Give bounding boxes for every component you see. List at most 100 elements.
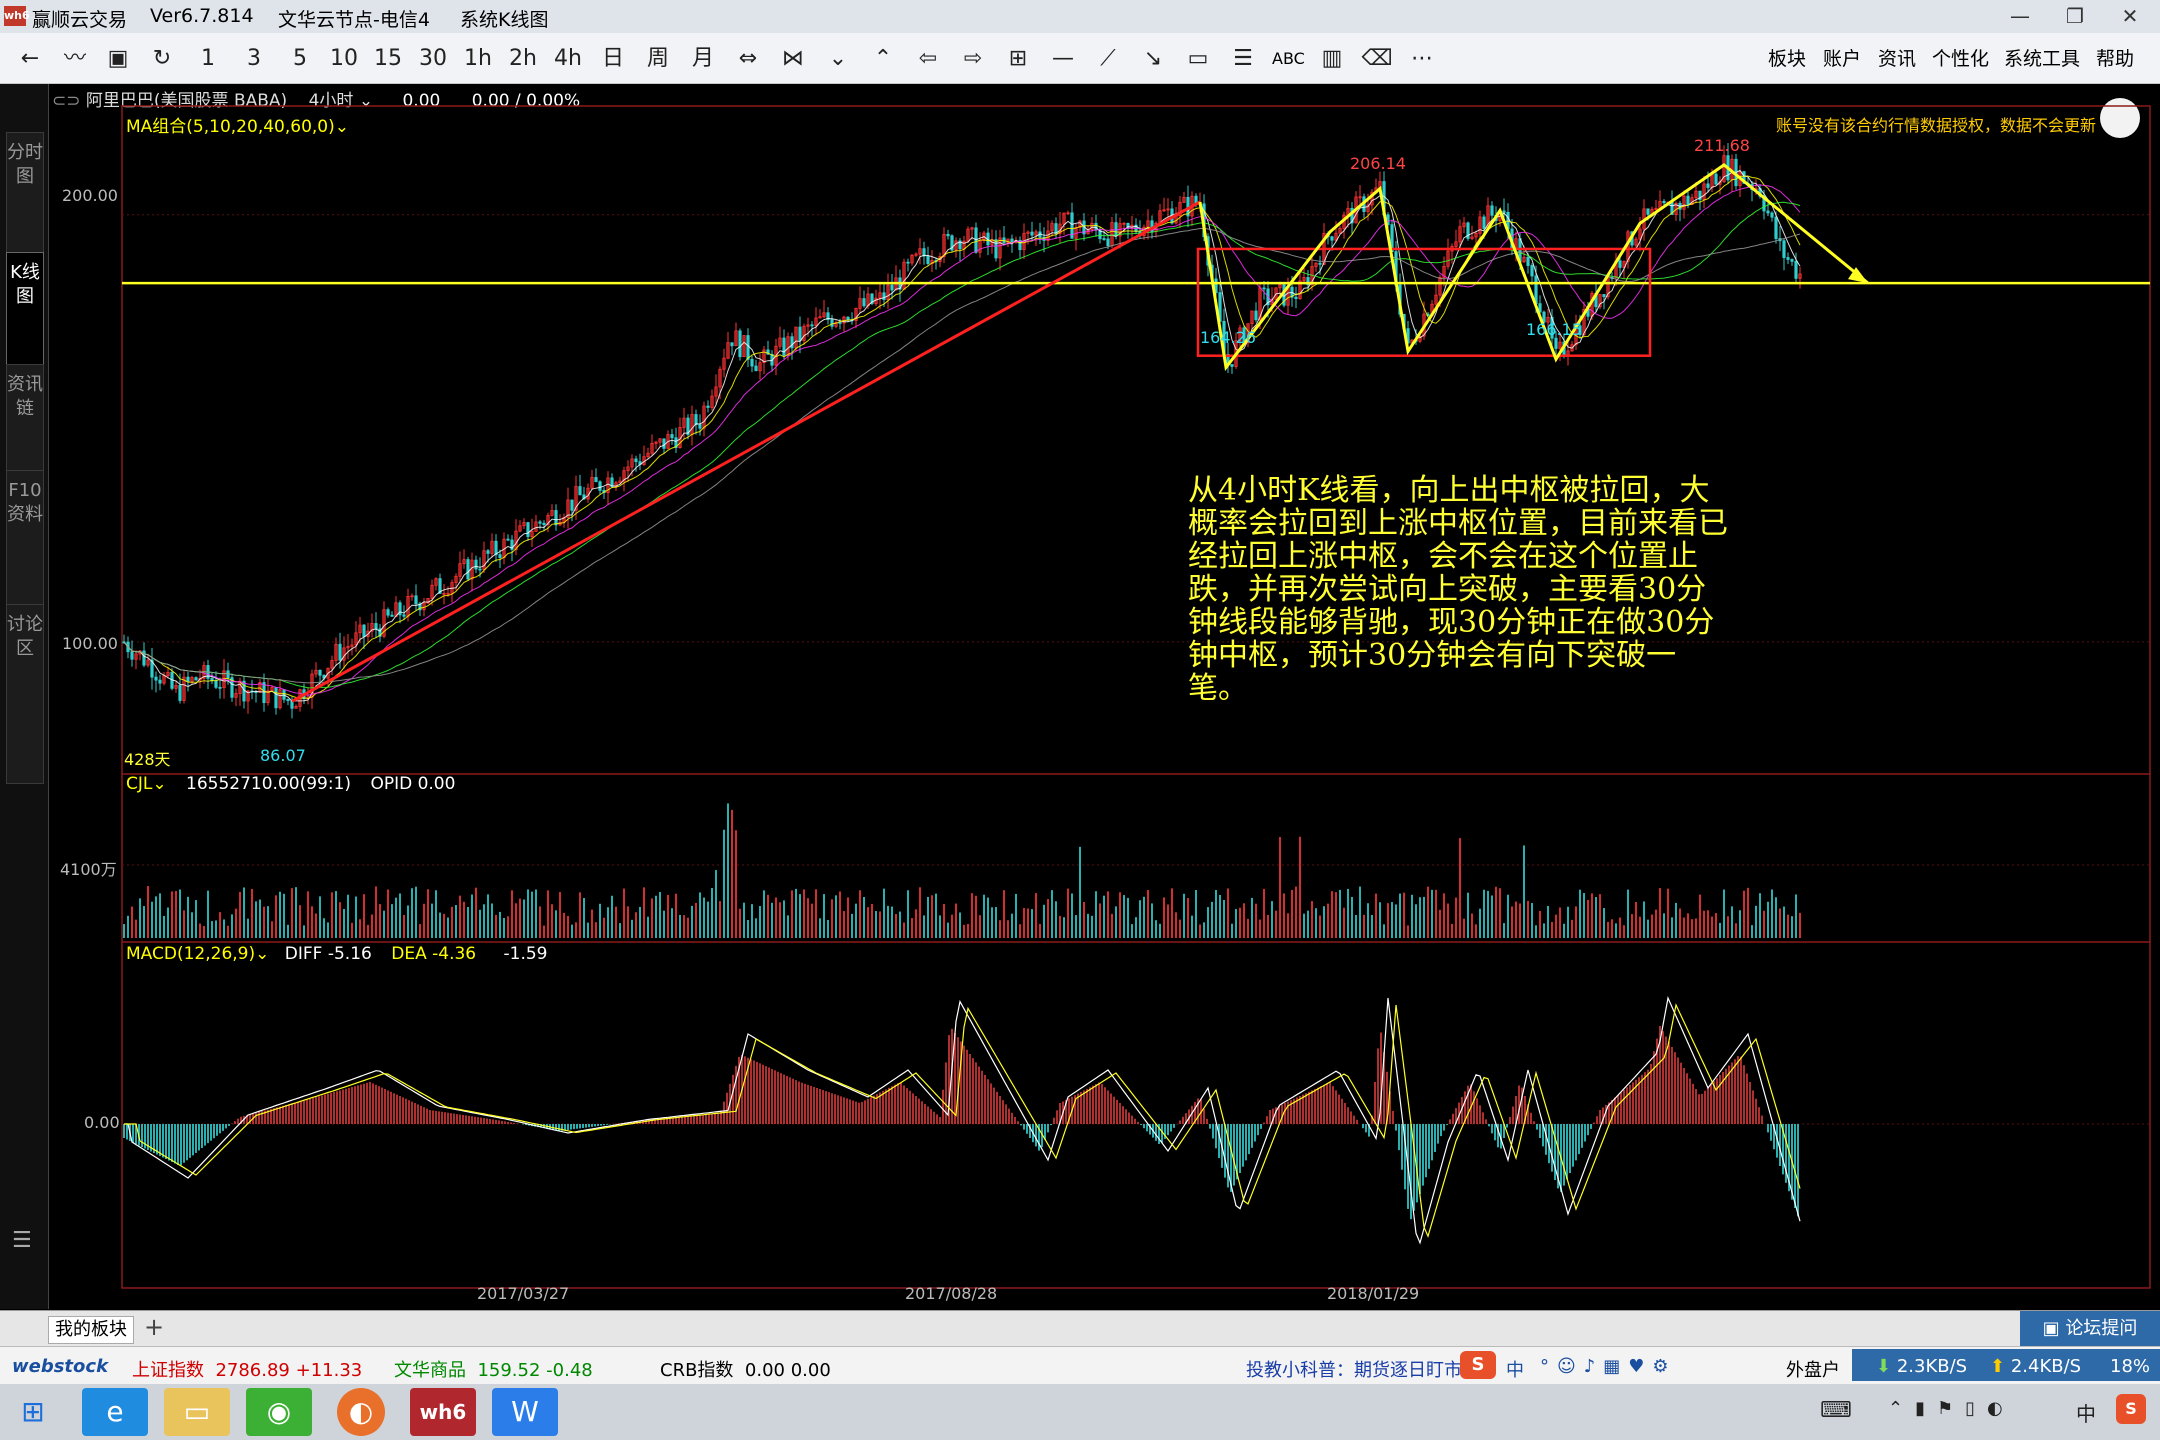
period-1[interactable]: 1 xyxy=(188,45,228,73)
wh6-app-icon[interactable]: wh6 xyxy=(410,1388,476,1436)
volume-bar xyxy=(523,899,525,938)
back-icon[interactable]: ← xyxy=(10,45,50,73)
period-3[interactable]: 3 xyxy=(234,45,274,73)
period-week[interactable]: 周 xyxy=(638,45,678,73)
volume-bar xyxy=(1223,900,1225,938)
add-tab-button[interactable]: + xyxy=(144,1313,164,1341)
more-icon[interactable]: ⋯ xyxy=(1402,45,1442,73)
ray-tool-icon[interactable]: ↘ xyxy=(1133,45,1173,73)
volume-bar xyxy=(775,897,777,938)
forum-question-button[interactable]: ▣ 论坛提问 xyxy=(2020,1311,2160,1347)
menu-system-tools[interactable]: 系统工具 xyxy=(2004,45,2080,73)
news-ticker[interactable]: 投教小科普：期货逐日盯市 xyxy=(1246,1356,1462,1382)
period-4h[interactable]: 4h xyxy=(548,45,588,73)
period-5[interactable]: 5 xyxy=(280,45,320,73)
volume-bar xyxy=(371,914,373,938)
volume-bar xyxy=(379,904,381,938)
refresh-icon[interactable]: ↻ xyxy=(142,45,182,73)
volume-bar xyxy=(1767,901,1769,938)
volume-bar xyxy=(1355,915,1357,938)
hline-tool-icon[interactable]: — xyxy=(1043,45,1083,73)
tab-my-blocks[interactable]: 我的板块 xyxy=(48,1316,134,1344)
menu-news[interactable]: 资讯 xyxy=(1878,45,1916,73)
period-10[interactable]: 10 xyxy=(324,45,364,73)
period-day[interactable]: 日 xyxy=(593,45,633,73)
volume-bar xyxy=(323,918,325,938)
volume-bar xyxy=(1515,901,1517,938)
volume-bar xyxy=(1543,923,1545,938)
line-chart-icon[interactable]: 〰 xyxy=(55,45,95,73)
close-icon[interactable]: ✕ xyxy=(2110,4,2150,28)
tray-sogou-icon[interactable]: S xyxy=(2116,1394,2146,1424)
candle-body xyxy=(862,298,866,307)
candle-body xyxy=(1782,240,1786,258)
volume-bar xyxy=(1791,916,1793,938)
menu-account[interactable]: 账户 xyxy=(1823,45,1861,73)
volume-bar xyxy=(1683,917,1685,938)
keyboard-icon[interactable]: ⌨ xyxy=(1820,1398,1852,1423)
index-shanghai[interactable]: 上证指数 2786.89 +11.33 xyxy=(132,1356,362,1382)
save-icon[interactable]: ▣ xyxy=(98,45,138,73)
fib-tool-icon[interactable]: ☰ xyxy=(1223,45,1263,73)
period-1h[interactable]: 1h xyxy=(458,45,498,73)
rect-tool-icon[interactable]: ▭ xyxy=(1178,45,1218,73)
volume-bar xyxy=(991,907,993,938)
browser-icon[interactable]: ◐ xyxy=(337,1388,385,1436)
maximize-icon[interactable]: ❐ xyxy=(2055,4,2095,28)
minimize-icon[interactable]: — xyxy=(2000,4,2040,28)
arrow-right-icon[interactable]: ⇨ xyxy=(953,45,993,73)
volume-selector[interactable]: CJL⌄ xyxy=(126,774,167,794)
volume-bar xyxy=(743,902,745,938)
text-tool-button[interactable]: ABC xyxy=(1272,45,1305,73)
layout-icon[interactable]: ⊞ xyxy=(998,45,1038,73)
period-15[interactable]: 15 xyxy=(368,45,408,73)
volume-value: 16552710.00(99:1) xyxy=(186,774,352,794)
zoom-in-icon[interactable]: ⇔ xyxy=(728,45,768,73)
macd-selector[interactable]: MACD(12,26,9)⌄ xyxy=(126,944,269,964)
candle-body xyxy=(414,595,418,605)
outer-account[interactable]: 外盘户 xyxy=(1786,1356,1840,1382)
volume-bar xyxy=(615,906,617,938)
volume-bar xyxy=(183,910,185,938)
volume-bar xyxy=(575,922,577,938)
ime-mode[interactable]: 中 xyxy=(1506,1356,1524,1382)
tray-ime[interactable]: 中 xyxy=(2076,1398,2096,1427)
ime-toolbar-icons[interactable]: °☺♪▦♥⚙ xyxy=(1540,1356,1677,1377)
windows-start-icon[interactable]: ⊞ xyxy=(0,1388,66,1436)
wechat-icon[interactable]: ◉ xyxy=(246,1388,312,1436)
menu-blocks[interactable]: 板块 xyxy=(1768,45,1806,73)
wps-icon[interactable]: W xyxy=(492,1388,558,1436)
internet-explorer-icon[interactable]: e xyxy=(82,1388,148,1436)
period-2h[interactable]: 2h xyxy=(503,45,543,73)
volume-bar xyxy=(1251,897,1253,938)
file-explorer-icon[interactable]: ▭ xyxy=(164,1388,230,1436)
volume-bar xyxy=(191,912,193,938)
index-wenhua[interactable]: 文华商品 159.52 -0.48 xyxy=(394,1356,593,1382)
bars-tool-icon[interactable]: ▥ xyxy=(1312,45,1352,73)
zoom-out-icon[interactable]: ⋈ xyxy=(773,45,813,73)
expand-up-icon[interactable]: ⌃ xyxy=(863,45,903,73)
menu-personalize[interactable]: 个性化 xyxy=(1932,45,1989,73)
volume-bar xyxy=(335,891,337,938)
eraser-icon[interactable]: ⌫ xyxy=(1357,45,1397,73)
segment-tool-icon[interactable]: ⟋ xyxy=(1088,45,1128,73)
candle-body xyxy=(374,623,378,630)
volume-bar xyxy=(1699,894,1701,938)
volume-bar xyxy=(591,909,593,938)
x-tick-label: 2017/08/28 xyxy=(905,1284,998,1303)
candle-body xyxy=(1230,364,1234,367)
sogou-ime-icon[interactable]: S xyxy=(1460,1351,1496,1379)
tray-icons[interactable]: ⌃▮⚑▯◐ xyxy=(1888,1398,2015,1419)
period-30[interactable]: 30 xyxy=(413,45,453,73)
menu-help[interactable]: 帮助 xyxy=(2096,45,2134,73)
volume-bar xyxy=(1295,886,1297,938)
period-month[interactable]: 月 xyxy=(683,45,723,73)
macd-value: -1.59 xyxy=(503,944,548,964)
volume-bar xyxy=(763,890,765,938)
volume-bar xyxy=(1715,913,1717,938)
expand-down-icon[interactable]: ⌄ xyxy=(818,45,858,73)
kline-chart[interactable] xyxy=(0,84,2160,1310)
arrow-left-icon[interactable]: ⇦ xyxy=(908,45,948,73)
candle-body xyxy=(1790,259,1794,262)
index-crb[interactable]: CRB指数 0.00 0.00 xyxy=(660,1356,831,1382)
